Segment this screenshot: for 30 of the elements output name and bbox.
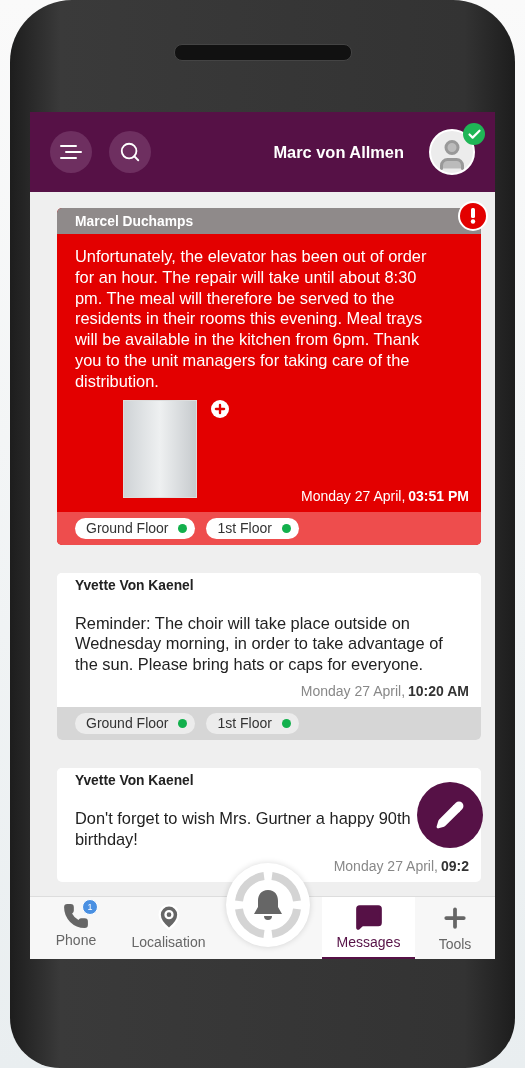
timestamp: Monday 27 April, 10:20 AM: [299, 682, 469, 699]
sender-name: Marcel Duchamps: [75, 213, 194, 229]
message-text: Unfortunately, the elevator has been out of order for an hour. The repair will take until about 8:30 pm. The meal will therefore be served to the residents in their rooms this evening. Meal trays will be available in the kitchen from 6pm. Thank you to the unit managers for taking care of the distribution.: [75, 246, 428, 392]
notification-badge: 1: [82, 899, 98, 915]
location-tag[interactable]: 1st Floor: [206, 517, 299, 539]
location-tag[interactable]: 1st Floor: [206, 712, 299, 734]
pencil-icon: [435, 800, 465, 830]
menu-button[interactable]: [50, 131, 92, 173]
location-tag[interactable]: Ground Floor: [75, 712, 196, 734]
message-text: Don't forget to wish Mrs. Gurtner a happy 90th birthday!: [75, 807, 412, 850]
alert-icon: [458, 201, 488, 231]
sender-name: Yvette Von Kaenel: [75, 773, 194, 789]
timestamp: Monday 27 April, 03:51 PM: [300, 487, 469, 504]
avatar[interactable]: [429, 129, 475, 175]
search-button[interactable]: [109, 131, 151, 173]
nav-tab[interactable]: Messages: [322, 897, 415, 959]
user-name: Marc von Allmen: [273, 142, 404, 162]
location-tag[interactable]: Ground Floor: [75, 517, 196, 539]
menu-icon: [60, 144, 82, 160]
nav-tab[interactable]: Tools: [415, 897, 495, 959]
sender-name: Yvette Von Kaenel: [75, 578, 194, 594]
search-icon: [119, 141, 141, 163]
message-text: Reminder: The choir will take place outside on Wednesday morning, in order to take advantage of the sun. Please bring hats or caps for everyone.: [75, 612, 444, 675]
bell-in-ring-icon: [233, 870, 303, 940]
phone-icon: [63, 903, 89, 929]
timestamp: Monday 27 April, 09:2: [332, 857, 469, 874]
nav-tab[interactable]: 1 Phone: [30, 897, 122, 959]
message-icon: [354, 903, 383, 931]
nav-tab[interactable]: Localisation: [122, 897, 215, 959]
plus-icon[interactable]: [211, 399, 229, 418]
